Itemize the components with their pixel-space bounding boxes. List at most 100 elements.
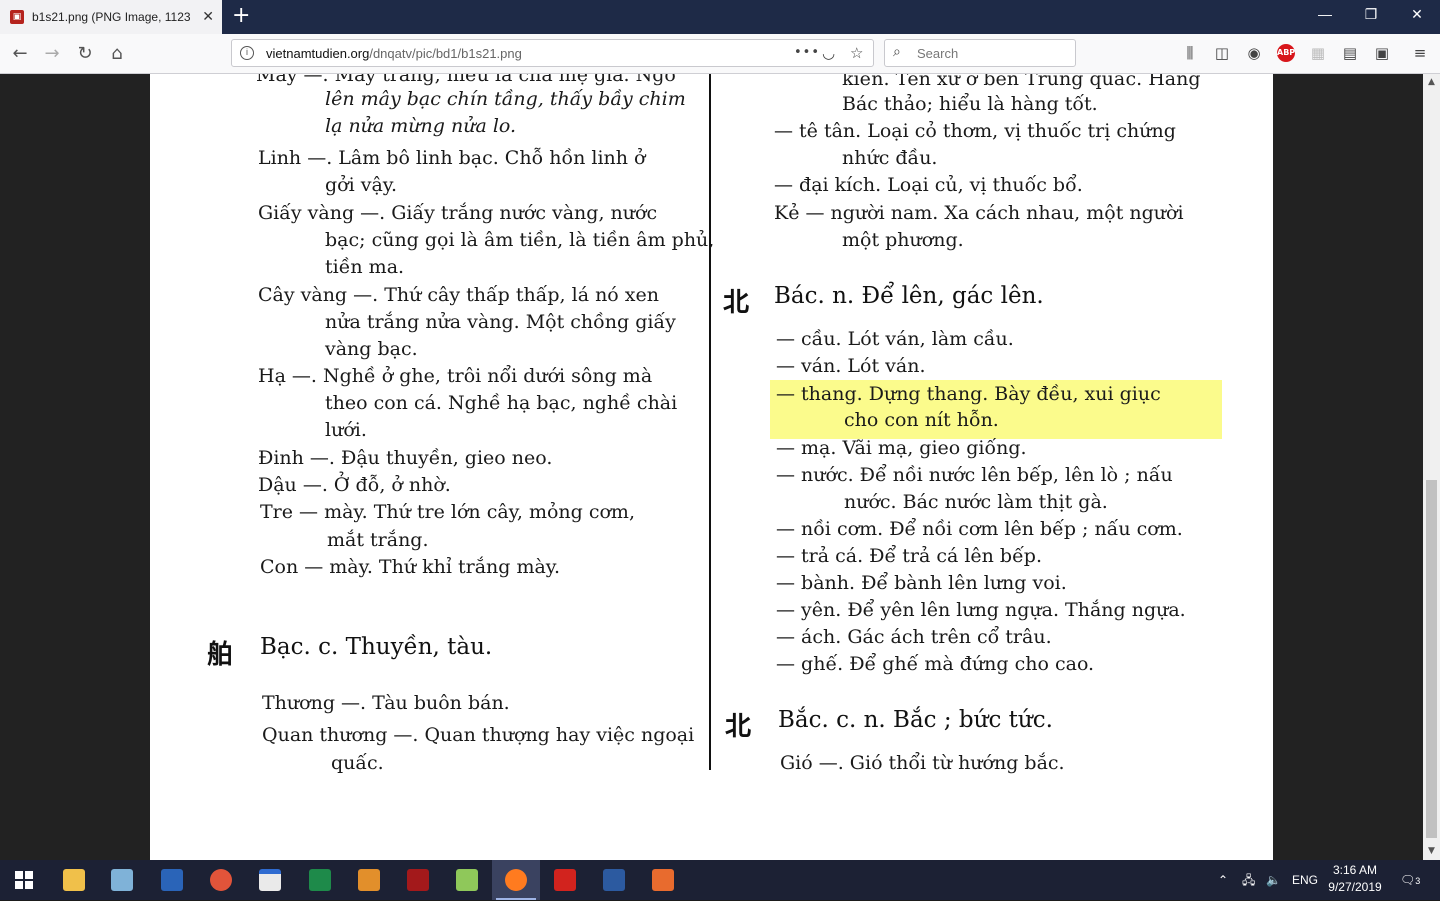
file-explorer-icon[interactable] bbox=[50, 860, 98, 900]
reader-icon[interactable]: ▤ bbox=[1340, 43, 1360, 63]
firefox-icon[interactable] bbox=[492, 860, 540, 900]
tab-close-icon[interactable]: ✕ bbox=[202, 9, 214, 25]
entry-bac-place-head: Bác. n. Để lên, gác lên. bbox=[774, 283, 1044, 309]
vertical-scrollbar[interactable]: ▲ ▼ bbox=[1423, 74, 1440, 860]
column-divider bbox=[709, 74, 711, 770]
entry-tra-ca: — trả cá. Để trả cá lên bếp. bbox=[776, 545, 1042, 567]
notification-center-icon[interactable]: 🗨3 bbox=[1400, 860, 1420, 900]
chrome-icon[interactable] bbox=[197, 860, 245, 900]
url-path: /dnqatv/pic/bd1/b1s21.png bbox=[369, 46, 522, 61]
entry-thang-2: cho con nít hỗn. bbox=[844, 409, 999, 431]
word-icon[interactable] bbox=[590, 860, 638, 900]
close-window-button[interactable]: ✕ bbox=[1402, 6, 1432, 23]
left-top-line-3: lạ nửa mừng nửa lo. bbox=[325, 115, 517, 137]
acrobat-icon[interactable] bbox=[394, 860, 442, 900]
entry-gio: Gió —. Gió thổi từ hướng bắc. bbox=[780, 752, 1065, 774]
reload-icon[interactable]: ↻ bbox=[73, 42, 97, 66]
entry-te-tan-1: — tê tân. Loại cỏ thơm, vị thuốc trị chứ… bbox=[774, 120, 1176, 142]
entry-bac-ship-hanzi: 舶 bbox=[207, 640, 234, 670]
minimize-button[interactable]: — bbox=[1310, 6, 1340, 22]
extension-icon[interactable]: ▦ bbox=[1308, 43, 1328, 63]
entry-ach: — ách. Gác ách trên cổ trâu. bbox=[776, 626, 1052, 648]
account-icon[interactable]: ◉ bbox=[1244, 43, 1264, 63]
windows-taskbar: ⌃ 🖧 🔈 ENG 3:16 AM 9/27/2019 🗨3 bbox=[0, 860, 1440, 900]
entry-van: — ván. Lót ván. bbox=[776, 355, 926, 377]
entry-giay-2: bạc; cũng gọi là âm tiền, là tiền âm phủ… bbox=[325, 229, 715, 251]
language-indicator[interactable]: ENG bbox=[1292, 860, 1318, 900]
browser-tab[interactable]: ▣ b1s21.png (PNG Image, 1123 × ✕ bbox=[0, 0, 222, 34]
entry-ha-3: lưới. bbox=[325, 419, 367, 441]
pdf-reader-icon[interactable] bbox=[541, 860, 589, 900]
entry-bac-north-head: Bắc. c. n. Bắc ; bức tức. bbox=[778, 707, 1053, 733]
entry-quan-1: Quan thương —. Quan thượng hay việc ngoạ… bbox=[262, 724, 695, 746]
library-icon[interactable]: ⫼ bbox=[1180, 43, 1200, 63]
entry-tre-2: mắt trắng. bbox=[327, 529, 429, 551]
entry-dau: Dậu —. Ở đỗ, ở nhờ. bbox=[258, 474, 451, 496]
entry-bac-north-hanzi: 北 bbox=[725, 712, 752, 742]
entry-ha-2: theo con cá. Nghề hạ bạc, nghề chài bbox=[325, 392, 678, 414]
entry-nuoc-2: nước. Bác nước làm thịt gà. bbox=[844, 491, 1108, 513]
slides-icon[interactable] bbox=[639, 860, 687, 900]
content-viewport: Mây —. Mây trắng, hiểu là cha mẹ già. Ng… bbox=[0, 74, 1440, 860]
notepadpp-icon[interactable] bbox=[443, 860, 491, 900]
system-clock[interactable]: 3:16 AM 9/27/2019 bbox=[1318, 862, 1392, 896]
entry-cay-3: vàng bạc. bbox=[325, 338, 418, 360]
entry-ghe: — ghế. Để ghế mà đứng cho cao. bbox=[776, 653, 1095, 675]
scroll-up-icon[interactable]: ▲ bbox=[1423, 74, 1440, 91]
title-bar: ▣ b1s21.png (PNG Image, 1123 × ✕ + — ❐ ✕ bbox=[0, 0, 1440, 34]
search-icon: ⌕ bbox=[893, 44, 901, 60]
entry-thuong: Thương —. Tàu buôn bán. bbox=[262, 692, 510, 714]
restore-button[interactable]: ❐ bbox=[1356, 6, 1386, 23]
home-icon[interactable]: ⌂ bbox=[105, 42, 129, 66]
entry-ke-2: một phương. bbox=[842, 229, 964, 251]
url-domain: vietnamtudien.org bbox=[266, 46, 370, 61]
volume-icon[interactable]: 🔈 bbox=[1266, 860, 1281, 900]
entry-ke-1: Kẻ — người nam. Xa cách nhau, một người bbox=[774, 202, 1184, 224]
notification-count: 3 bbox=[1415, 876, 1421, 886]
entry-cau: — cầu. Lót ván, làm cầu. bbox=[776, 328, 1014, 350]
powershell-icon[interactable] bbox=[148, 860, 196, 900]
entry-dinh: Đinh —. Đậu thuyền, gieo neo. bbox=[258, 447, 553, 469]
back-icon[interactable]: ← bbox=[8, 42, 32, 66]
address-bar[interactable]: i vietnamtudien.org/dnqatv/pic/bd1/b1s21… bbox=[231, 39, 874, 67]
left-top-line-2: lên mây bạc chín tầng, thấy bầy chim bbox=[325, 88, 686, 110]
entry-con: Con — mày. Thứ khỉ trắng mày. bbox=[260, 556, 561, 578]
search-placeholder: Search bbox=[917, 46, 959, 61]
clock-date: 9/27/2019 bbox=[1328, 880, 1382, 894]
tab-favicon-icon: ▣ bbox=[10, 10, 24, 24]
adblock-icon[interactable]: ABP bbox=[1277, 44, 1295, 62]
dictionary-page-image: Mây —. Mây trắng, hiểu là cha mẹ già. Ng… bbox=[150, 74, 1273, 860]
entry-ha-1: Hạ —. Nghề ở ghe, trôi nổi dưới sông mà bbox=[258, 365, 653, 387]
tab-title: b1s21.png (PNG Image, 1123 × bbox=[32, 10, 192, 24]
sublime-icon[interactable] bbox=[345, 860, 393, 900]
entry-nuoc-1: — nước. Để nồi nước lên bếp, lên lò ; nấ… bbox=[776, 464, 1173, 486]
entry-te-tan-2: nhức đầu. bbox=[842, 147, 938, 169]
entry-giay-1: Giấy vàng —. Giấy trắng nước vàng, nước bbox=[258, 202, 658, 224]
pycharm-icon[interactable] bbox=[296, 860, 344, 900]
entry-quan-2: quấc. bbox=[331, 752, 384, 774]
new-tab-button[interactable]: + bbox=[232, 5, 250, 27]
start-icon[interactable] bbox=[0, 860, 48, 900]
entry-bac-place-hanzi: 北 bbox=[723, 288, 750, 318]
notepad-icon[interactable] bbox=[98, 860, 146, 900]
window-icon[interactable] bbox=[246, 860, 294, 900]
page-actions-icon[interactable]: ••• bbox=[794, 43, 820, 63]
screenshot-icon[interactable]: ▣ bbox=[1372, 43, 1392, 63]
entry-tre-1: Tre — mày. Thứ tre lớn cây, mỏng cơm, bbox=[260, 501, 635, 523]
forward-icon[interactable]: → bbox=[40, 42, 64, 66]
network-icon[interactable]: 🖧 bbox=[1242, 860, 1255, 900]
tray-overflow-icon[interactable]: ⌃ bbox=[1218, 860, 1228, 900]
scroll-down-icon[interactable]: ▼ bbox=[1423, 843, 1440, 860]
info-icon[interactable]: i bbox=[240, 46, 254, 60]
search-box[interactable]: ⌕ Search bbox=[884, 39, 1076, 67]
url-text[interactable]: vietnamtudien.org/dnqatv/pic/bd1/b1s21.p… bbox=[266, 46, 522, 61]
entry-linh-2: gởi vậy. bbox=[325, 174, 398, 196]
sidebar-icon[interactable]: ◫ bbox=[1212, 43, 1232, 63]
right-top-line-2: Bác thảo; hiểu là hàng tốt. bbox=[842, 93, 1098, 115]
scrollbar-thumb[interactable] bbox=[1426, 480, 1437, 838]
navigation-toolbar: ← → ↻ ⌂ i vietnamtudien.org/dnqatv/pic/b… bbox=[0, 34, 1440, 74]
bookmark-star-icon[interactable]: ☆ bbox=[850, 43, 863, 63]
menu-icon[interactable]: ≡ bbox=[1410, 43, 1430, 63]
entry-yen: — yên. Để yên lên lưng ngựa. Thắng ngựa. bbox=[776, 599, 1186, 621]
pocket-icon[interactable]: ◡ bbox=[822, 43, 835, 63]
